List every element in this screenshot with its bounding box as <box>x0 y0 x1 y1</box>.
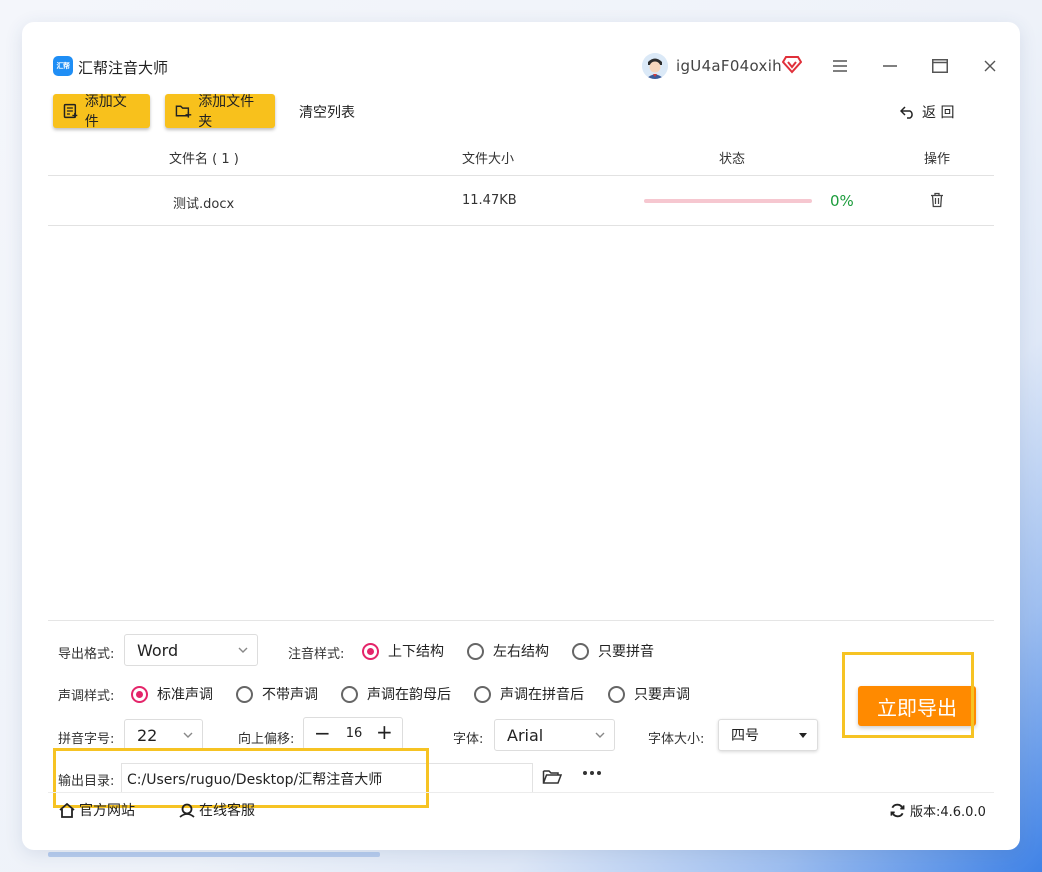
row-divider <box>48 225 994 226</box>
offset-stepper: − 16 + <box>303 717 403 750</box>
app-logo-icon: 汇帮 <box>53 56 73 76</box>
maximize-icon[interactable] <box>926 52 954 80</box>
radio-dot <box>572 642 589 660</box>
offset-value[interactable]: 16 <box>340 726 368 741</box>
radio-label: 声调在韵母后 <box>367 687 451 703</box>
radio-label: 上下结构 <box>388 644 444 660</box>
add-file-icon <box>63 103 78 119</box>
radio-label: 声调在拼音后 <box>500 687 584 703</box>
version-info[interactable]: 版本:4.6.0.0 <box>890 801 986 820</box>
export-format-label: 导出格式: <box>58 647 115 662</box>
clear-list-button[interactable]: 清空列表 <box>299 102 355 122</box>
vip-diamond-icon[interactable] <box>781 54 803 74</box>
pinyin-size-label: 拼音字号: <box>58 732 115 747</box>
stepper-minus-button[interactable]: − <box>314 721 331 745</box>
avatar-icon <box>642 53 668 79</box>
user-avatar[interactable] <box>642 53 668 79</box>
radio-label: 左右结构 <box>493 644 549 660</box>
radio-dot <box>341 685 358 703</box>
version-label: 版本:4.6.0.0 <box>910 805 986 820</box>
add-folder-icon <box>175 105 192 118</box>
font-value: Arial <box>507 725 544 745</box>
stepper-plus-button[interactable]: + <box>376 720 393 744</box>
radio-annotation-vertical[interactable]: 上下结构 <box>362 641 444 661</box>
radio-dot <box>608 685 625 703</box>
radio-dot <box>474 685 491 703</box>
username[interactable]: igU4aF04oxih <box>676 57 782 75</box>
radio-tone-after-pinyin[interactable]: 声调在拼音后 <box>474 684 584 704</box>
back-label: 返 回 <box>922 105 955 121</box>
radio-dot <box>131 685 148 703</box>
chevron-down-icon <box>595 732 605 738</box>
chevron-down-icon <box>238 647 248 653</box>
back-button[interactable]: 返 回 <box>900 102 954 122</box>
add-file-button[interactable]: 添加文件 <box>53 94 150 130</box>
annotation-style-label: 注音样式: <box>288 647 345 662</box>
progress-percent: 0% <box>830 192 854 210</box>
radio-tone-after-final[interactable]: 声调在韵母后 <box>341 684 451 704</box>
minimize-icon[interactable] <box>876 52 904 80</box>
radio-dot <box>236 685 253 703</box>
highlight-box-export <box>842 652 974 738</box>
refresh-icon <box>890 803 905 818</box>
column-header-size: 文件大小 <box>462 152 515 167</box>
app-window: 汇帮 汇帮注音大师 igU4aF04oxih 添加文件 添加文件夹 清空列表 返… <box>22 22 1020 850</box>
pinyin-size-value: 22 <box>137 725 158 745</box>
background-strip <box>48 852 380 857</box>
font-label: 字体: <box>453 732 484 747</box>
font-size-label: 字体大小: <box>648 732 705 747</box>
close-icon[interactable] <box>976 52 1004 80</box>
radio-tone-none[interactable]: 不带声调 <box>236 684 318 704</box>
font-select[interactable]: Arial <box>494 719 615 751</box>
offset-label: 向上偏移: <box>238 732 295 747</box>
radio-annotation-horizontal[interactable]: 左右结构 <box>467 641 549 661</box>
tone-style-label: 声调样式: <box>58 689 115 704</box>
font-size-value: 四号 <box>731 728 759 744</box>
header-divider <box>48 175 994 176</box>
highlight-box-output-dir <box>53 748 429 808</box>
add-folder-label: 添加文件夹 <box>198 94 255 130</box>
radio-label: 标准声调 <box>157 687 213 703</box>
file-name: 测试.docx <box>173 197 235 212</box>
footer-divider <box>48 792 994 793</box>
add-file-label: 添加文件 <box>84 94 127 130</box>
progress-bar <box>644 199 812 203</box>
more-options-icon[interactable] <box>583 771 601 775</box>
radio-label: 不带声调 <box>262 687 318 703</box>
caret-down-icon <box>799 733 807 738</box>
radio-tone-only[interactable]: 只要声调 <box>608 684 690 704</box>
title-bar: 汇帮 汇帮注音大师 igU4aF04oxih <box>22 22 1020 84</box>
radio-dot <box>362 642 379 660</box>
chevron-down-icon <box>183 732 193 738</box>
radio-dot <box>467 642 484 660</box>
export-format-value: Word <box>137 640 179 660</box>
radio-label: 只要拼音 <box>598 644 654 660</box>
folder-open-icon[interactable] <box>542 768 563 790</box>
headset-icon <box>179 803 195 818</box>
radio-tone-standard[interactable]: 标准声调 <box>131 684 213 704</box>
online-support-link[interactable]: 在线客服 <box>179 800 255 820</box>
home-icon <box>59 802 75 818</box>
online-support-label: 在线客服 <box>199 803 255 819</box>
app-title: 汇帮注音大师 <box>78 59 169 77</box>
official-website-label: 官方网站 <box>79 803 135 819</box>
file-table: 文件名 ( 1 ) 文件大小 状态 操作 测试.docx 11.47KB 0% <box>48 140 994 621</box>
pinyin-size-select[interactable]: 22 <box>124 719 203 751</box>
file-size: 11.47KB <box>462 193 517 208</box>
column-header-filename: 文件名 ( 1 ) <box>169 152 239 167</box>
radio-label: 只要声调 <box>634 687 690 703</box>
column-header-status: 状态 <box>719 152 746 167</box>
delete-icon[interactable] <box>930 192 944 212</box>
column-header-actions: 操作 <box>924 152 951 167</box>
menu-icon[interactable] <box>826 52 854 80</box>
export-format-select[interactable]: Word <box>124 634 258 666</box>
font-size-select[interactable]: 四号 <box>718 719 818 751</box>
back-arrow-icon <box>900 106 913 119</box>
add-folder-button[interactable]: 添加文件夹 <box>165 94 275 130</box>
radio-annotation-pinyin-only[interactable]: 只要拼音 <box>572 641 654 661</box>
official-website-link[interactable]: 官方网站 <box>59 800 135 820</box>
